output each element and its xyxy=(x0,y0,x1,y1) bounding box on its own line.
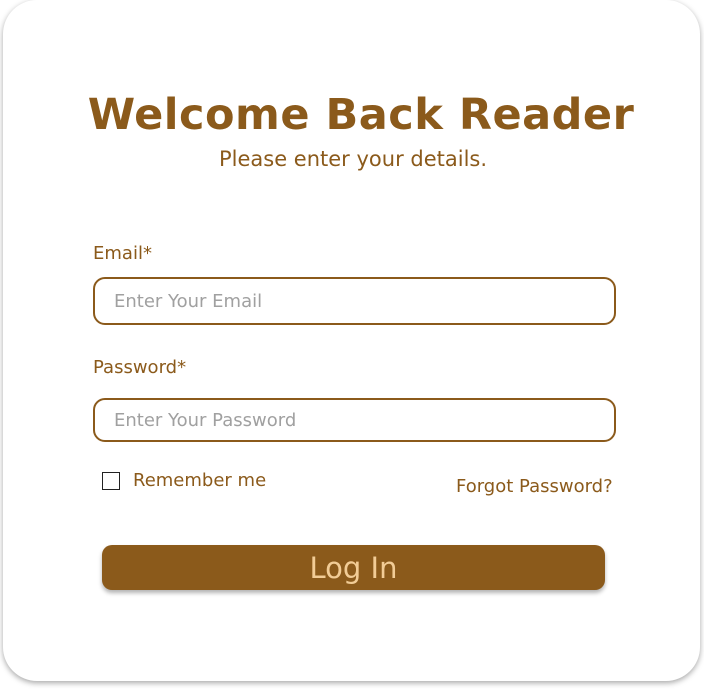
remember-me-toggle[interactable]: Remember me xyxy=(102,470,266,491)
page-title: Welcome Back Reader xyxy=(87,90,635,140)
remember-me-label: Remember me xyxy=(133,470,267,491)
email-field[interactable] xyxy=(93,277,616,325)
email-label: Email* xyxy=(93,243,152,264)
remember-me-checkbox[interactable] xyxy=(102,471,120,490)
login-button[interactable]: Log In xyxy=(102,545,605,590)
login-card: Welcome Back Reader Please enter your de… xyxy=(3,0,700,681)
page-subtitle: Please enter your details. xyxy=(218,147,488,171)
password-label: Password* xyxy=(93,357,187,378)
password-field[interactable] xyxy=(93,398,616,442)
forgot-password-link[interactable]: Forgot Password? xyxy=(456,476,613,497)
